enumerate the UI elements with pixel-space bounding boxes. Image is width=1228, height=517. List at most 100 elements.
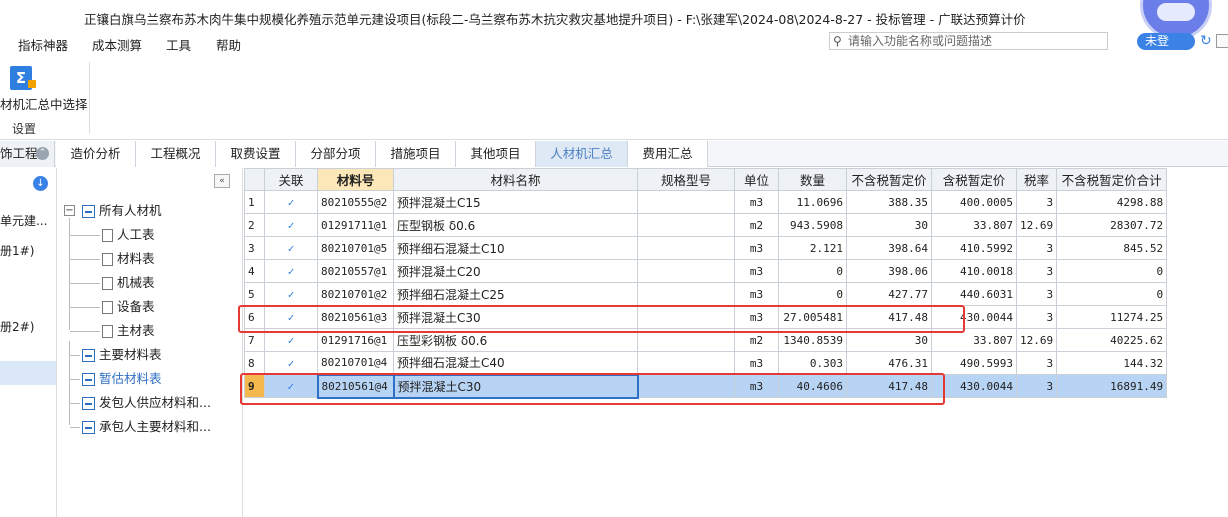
unit-cell[interactable]: m3 xyxy=(734,305,779,329)
price-incl-tax-cell[interactable]: 410.5992 xyxy=(931,236,1017,260)
total-excl-tax-cell[interactable]: 0 xyxy=(1056,282,1168,306)
linked-check-cell[interactable]: ✓ xyxy=(264,282,318,306)
material-name-cell[interactable]: 预拌细石混凝土C40 xyxy=(393,351,638,375)
tab-project-overview[interactable]: 工程概况 xyxy=(136,141,216,167)
quantity-cell[interactable]: 0 xyxy=(778,259,847,283)
login-button[interactable]: 未登 xyxy=(1137,33,1195,50)
price-excl-tax-cell[interactable]: 417.48 xyxy=(846,374,932,398)
tax-rate-cell[interactable]: 3 xyxy=(1015,351,1058,375)
quantity-cell[interactable]: 2.121 xyxy=(778,236,847,260)
project-node[interactable]: 册2#) xyxy=(0,318,34,335)
table-row[interactable]: 8 ✓ 80210701@4 预拌细石混凝土C40 m3 0.303 476.31 490.5… xyxy=(244,351,1168,375)
table-row[interactable]: 7 ✓ 01291716@1 压型彩钢板 δ0.6 m2 1340.8539 30 33.80… xyxy=(244,328,1168,352)
price-excl-tax-cell[interactable]: 427.77 xyxy=(846,282,932,306)
row-number-cell[interactable]: 6 xyxy=(244,305,265,329)
quantity-cell[interactable]: 1340.8539 xyxy=(778,328,847,352)
price-excl-tax-cell[interactable]: 30 xyxy=(846,328,932,352)
tab-project[interactable]: 饰工程 ⌃ xyxy=(0,141,55,167)
material-name-cell[interactable]: 预拌混凝土C30 xyxy=(393,305,638,329)
collapse-left-icon[interactable]: « xyxy=(214,174,230,188)
row-number-cell[interactable]: 4 xyxy=(244,259,265,283)
price-incl-tax-cell[interactable]: 33.807 xyxy=(931,213,1017,237)
menu-item-indicator-tool[interactable]: 指标神器 xyxy=(18,35,68,54)
column-header-tax-rate[interactable]: 税率 xyxy=(1015,168,1058,191)
unit-cell[interactable]: m3 xyxy=(734,236,779,260)
menu-item-cost-calc[interactable]: 成本测算 xyxy=(92,35,142,54)
tree-item-contractor-materials[interactable]: 承包人主要材料和... xyxy=(82,418,211,436)
unit-cell[interactable]: m2 xyxy=(734,213,779,237)
table-row[interactable]: 3 ✓ 80210701@5 预拌细石混凝土C10 m3 2.121 398.64 410.5… xyxy=(244,236,1168,260)
material-code-cell[interactable]: 80210557@1 xyxy=(317,259,394,283)
unit-cell[interactable]: m3 xyxy=(734,374,779,398)
spec-cell[interactable] xyxy=(637,190,735,214)
tab-other-items[interactable]: 其他项目 xyxy=(456,141,536,167)
tree-item-all[interactable]: 所有人材机 xyxy=(82,202,162,220)
total-excl-tax-cell[interactable]: 144.32 xyxy=(1056,351,1168,375)
tree-item-equipment[interactable]: 设备表 xyxy=(102,298,155,316)
search-input[interactable] xyxy=(848,34,1103,48)
price-incl-tax-cell[interactable]: 410.0018 xyxy=(931,259,1017,283)
select-from-summary-button[interactable]: 材机汇总中选择 xyxy=(0,94,88,113)
tax-rate-cell[interactable]: 12.69 xyxy=(1015,213,1058,237)
table-row[interactable]: 9 ✓ 80210561@4 预拌混凝土C30 m3 40.4606 417.48 430.0… xyxy=(244,373,1168,399)
column-header-price-incl-tax[interactable]: 含税暂定价 xyxy=(931,168,1017,191)
spec-cell[interactable] xyxy=(637,328,735,352)
tree-item-key-materials[interactable]: 主要材料表 xyxy=(82,346,162,364)
price-excl-tax-cell[interactable]: 398.06 xyxy=(846,259,932,283)
unit-cell[interactable]: m3 xyxy=(734,282,779,306)
material-name-cell[interactable]: 预拌混凝土C30 xyxy=(392,373,639,399)
tab-measures[interactable]: 措施项目 xyxy=(376,141,456,167)
total-excl-tax-cell[interactable]: 845.52 xyxy=(1056,236,1168,260)
tab-sub-items[interactable]: 分部分项 xyxy=(296,141,376,167)
tab-labor-material-machine[interactable]: 人材机汇总 xyxy=(536,141,628,167)
tax-rate-cell[interactable]: 12.69 xyxy=(1015,328,1058,352)
material-code-cell[interactable]: 80210701@2 xyxy=(317,282,394,306)
price-excl-tax-cell[interactable]: 388.35 xyxy=(846,190,932,214)
quantity-cell[interactable]: 27.005481 xyxy=(778,305,847,329)
column-header-total-excl-tax[interactable]: 不含税暂定价合计 xyxy=(1056,168,1168,191)
quantity-cell[interactable]: 0 xyxy=(778,282,847,306)
total-excl-tax-cell[interactable]: 16891.49 xyxy=(1056,374,1168,398)
table-row[interactable]: 6 ✓ 80210561@3 预拌混凝土C30 m3 27.005481 417.48 430… xyxy=(244,305,1168,329)
spec-cell[interactable] xyxy=(637,351,735,375)
price-incl-tax-cell[interactable]: 33.807 xyxy=(931,328,1017,352)
tab-fee-settings[interactable]: 取费设置 xyxy=(216,141,296,167)
tree-item-employer-supplied[interactable]: 发包人供应材料和... xyxy=(82,394,211,412)
quantity-cell[interactable]: 943.5908 xyxy=(778,213,847,237)
project-node[interactable]: 单元建... xyxy=(0,212,47,229)
menu-item-tools[interactable]: 工具 xyxy=(166,35,191,54)
quantity-cell[interactable]: 40.4606 xyxy=(778,374,847,398)
total-excl-tax-cell[interactable]: 0 xyxy=(1056,259,1168,283)
row-number-cell[interactable]: 5 xyxy=(244,282,265,306)
tree-item-machinery[interactable]: 机械表 xyxy=(102,274,155,292)
unit-cell[interactable]: m3 xyxy=(734,259,779,283)
material-code-cell[interactable]: 80210561@3 xyxy=(317,305,394,329)
tab-fee-summary[interactable]: 费用汇总 xyxy=(628,141,708,167)
quantity-cell[interactable]: 0.303 xyxy=(778,351,847,375)
spec-cell[interactable] xyxy=(637,259,735,283)
price-excl-tax-cell[interactable]: 417.48 xyxy=(846,305,932,329)
price-incl-tax-cell[interactable]: 430.0044 xyxy=(931,374,1017,398)
tax-rate-cell[interactable]: 3 xyxy=(1015,305,1058,329)
spec-cell[interactable] xyxy=(637,305,735,329)
spec-cell[interactable] xyxy=(637,236,735,260)
spec-cell[interactable] xyxy=(637,374,735,398)
row-number-cell[interactable]: 3 xyxy=(244,236,265,260)
linked-check-cell[interactable]: ✓ xyxy=(264,328,318,352)
material-name-cell[interactable]: 预拌细石混凝土C25 xyxy=(393,282,638,306)
table-row[interactable]: 5 ✓ 80210701@2 预拌细石混凝土C25 m3 0 427.77 440.6031 3… xyxy=(244,282,1168,306)
unit-cell[interactable]: m3 xyxy=(734,351,779,375)
total-excl-tax-cell[interactable]: 4298.88 xyxy=(1056,190,1168,214)
menu-item-help[interactable]: 帮助 xyxy=(216,35,241,54)
price-excl-tax-cell[interactable]: 398.64 xyxy=(846,236,932,260)
material-code-cell[interactable]: 01291716@1 xyxy=(317,328,394,352)
price-excl-tax-cell[interactable]: 30 xyxy=(846,213,932,237)
total-excl-tax-cell[interactable]: 28307.72 xyxy=(1056,213,1168,237)
material-code-cell[interactable]: 80210701@5 xyxy=(317,236,394,260)
column-header-price-excl-tax[interactable]: 不含税暂定价 xyxy=(846,168,932,191)
material-name-cell[interactable]: 压型彩钢板 δ0.6 xyxy=(393,328,638,352)
quantity-cell[interactable]: 11.0696 xyxy=(778,190,847,214)
row-number-cell[interactable]: 7 xyxy=(244,328,265,352)
column-header-linked[interactable]: 关联 xyxy=(264,168,318,191)
unit-cell[interactable]: m3 xyxy=(734,190,779,214)
